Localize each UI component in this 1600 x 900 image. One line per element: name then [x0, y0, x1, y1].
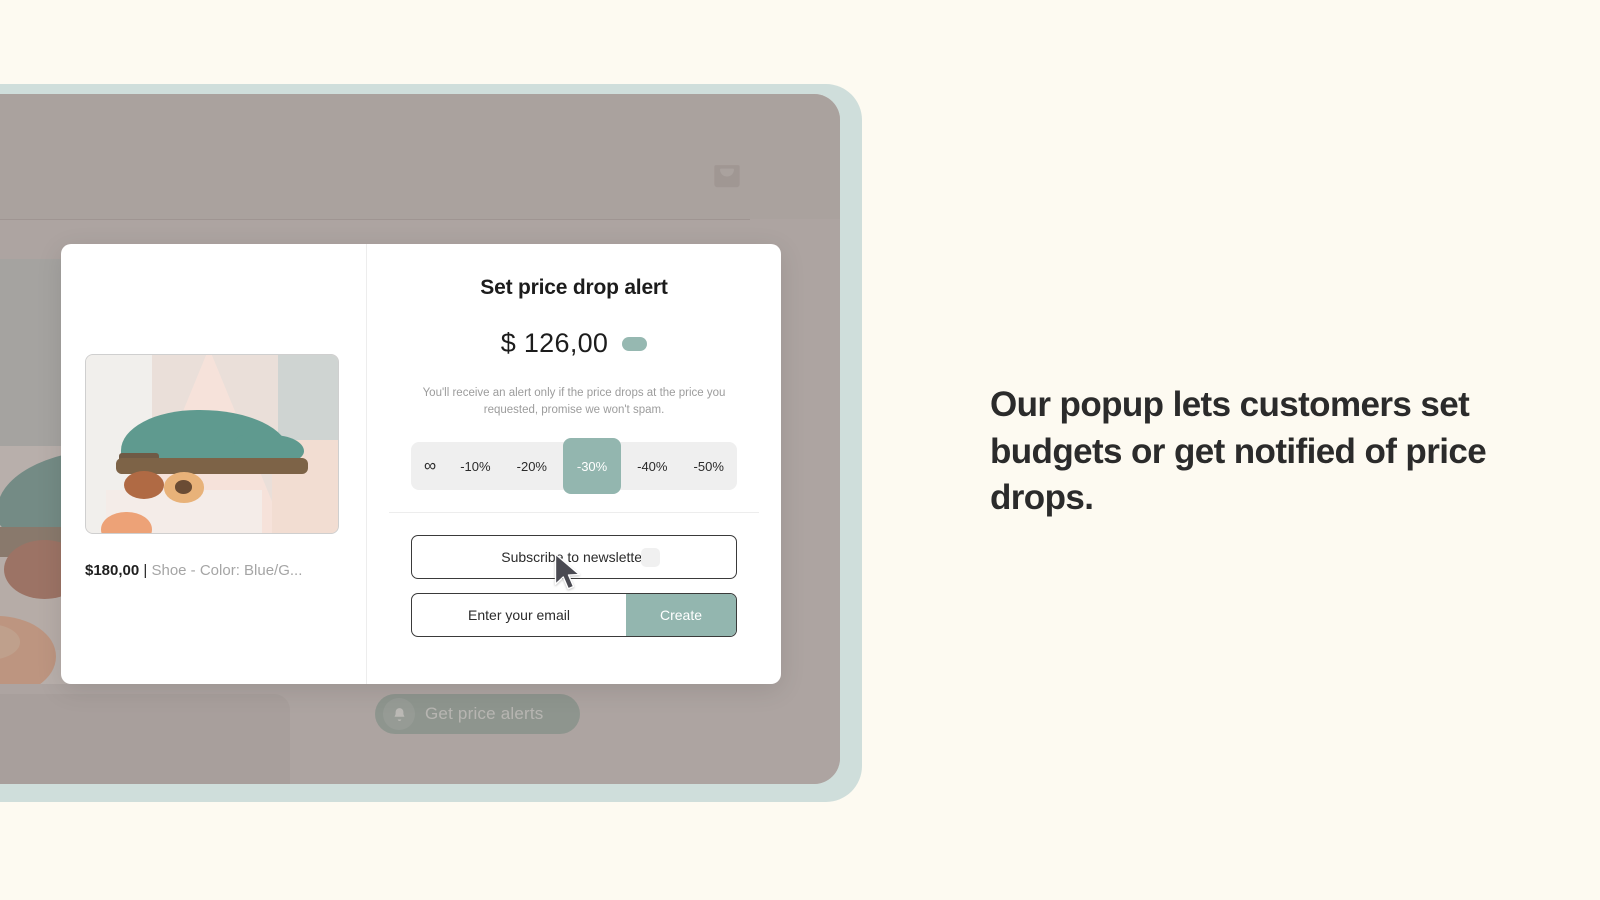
product-meta: $180,00 | Shoe - Color: Blue/G... — [85, 562, 342, 579]
discount-option-minus-40[interactable]: -40% — [627, 453, 677, 480]
discount-option-minus-20[interactable]: -20% — [507, 453, 557, 480]
device-screen: Get price alerts — [0, 94, 840, 784]
discount-option-infinity[interactable]: ∞ — [414, 450, 444, 482]
product-thumbnail — [85, 354, 339, 534]
discount-option-minus-10[interactable]: -10% — [450, 453, 500, 480]
discount-options-group: ∞ -10% -20% -30% -40% -50% — [411, 438, 737, 495]
alert-hint-text: You'll receive an alert only if the pric… — [422, 387, 726, 416]
target-price-row: $ 126,00 — [389, 328, 759, 359]
marketing-headline: Our popup lets customers set budgets or … — [990, 385, 1487, 518]
marketing-copy: Our popup lets customers set budgets or … — [990, 382, 1490, 522]
newsletter-checkbox[interactable] — [641, 547, 660, 567]
price-drop-alert-modal: $180,00 | Shoe - Color: Blue/G... Set pr… — [61, 244, 781, 684]
create-button[interactable]: Create — [626, 594, 736, 637]
product-separator: | — [143, 562, 148, 579]
newsletter-label: Subscribe to newsletter — [501, 549, 647, 566]
modal-product-panel: $180,00 | Shoe - Color: Blue/G... — [61, 244, 367, 684]
thumb-peach-left — [123, 470, 165, 500]
thumb-peach-cut — [164, 472, 205, 503]
form-area: Subscribe to newsletter Enter your email… — [389, 513, 759, 638]
discount-option-minus-50[interactable]: -50% — [684, 453, 734, 480]
discount-option-minus-30[interactable]: -30% — [563, 438, 622, 495]
modal-form-panel: Set price drop alert $ 126,00 You'll rec… — [367, 244, 781, 684]
product-price: $180,00 — [85, 562, 140, 579]
target-price-value: $ 126,00 — [500, 328, 609, 358]
price-toggle[interactable] — [622, 336, 648, 351]
page-root: Get price alerts — [0, 0, 1600, 900]
modal-title: Set price drop alert — [480, 276, 668, 299]
product-description: Shoe - Color: Blue/G... — [151, 562, 303, 579]
email-input[interactable]: Enter your email — [412, 607, 626, 623]
email-input-row: Enter your email Create — [411, 593, 737, 638]
newsletter-checkbox-row[interactable]: Subscribe to newsletter — [411, 535, 737, 580]
